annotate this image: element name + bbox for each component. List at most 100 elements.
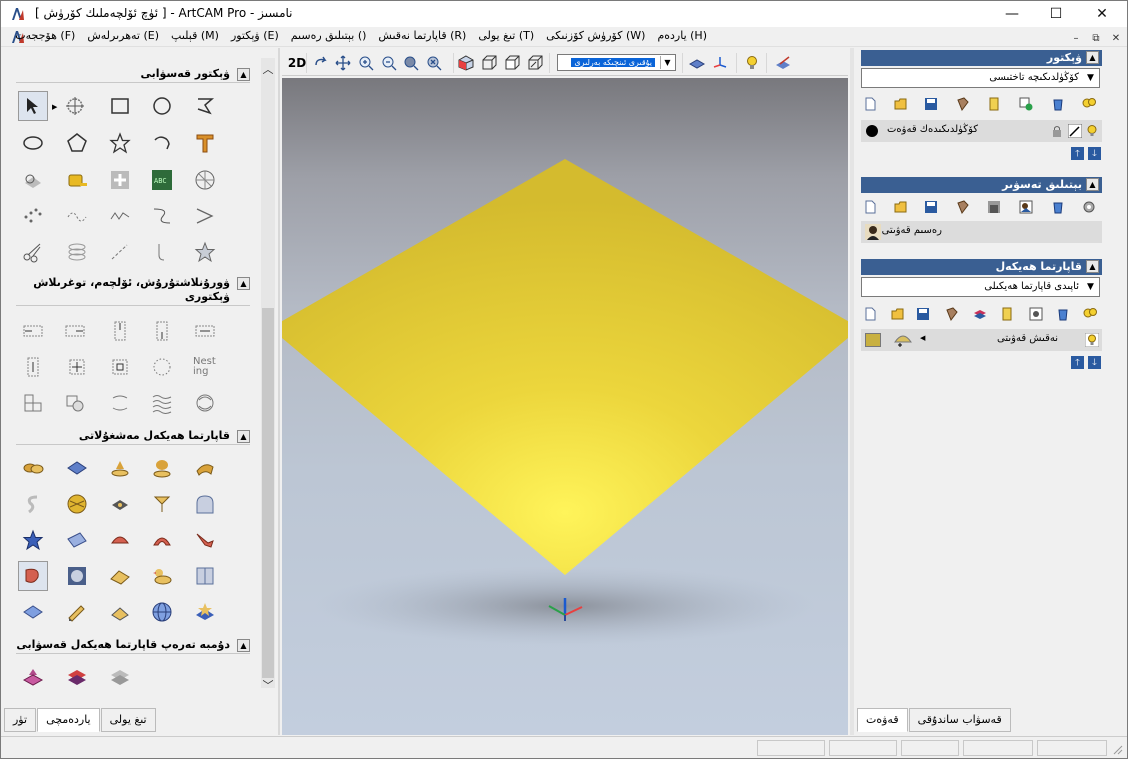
select-tool[interactable]: [18, 91, 48, 121]
scrollbar-thumb[interactable]: [262, 308, 274, 678]
erase-tool[interactable]: [105, 525, 135, 555]
deposit-tool[interactable]: [18, 561, 48, 591]
node-tool[interactable]: [18, 201, 48, 231]
relief-bitmap-button[interactable]: [1027, 305, 1045, 323]
menu-model[interactable]: قېلىپ (M): [165, 29, 225, 42]
bitmap-settings-button[interactable]: [1080, 198, 1098, 216]
close-vector-tool[interactable]: [147, 237, 177, 267]
offset-tool[interactable]: [190, 201, 220, 231]
bitmap-layer-row[interactable]: رەسىم قەۋىتى: [861, 221, 1102, 243]
import-vector-tool[interactable]: [18, 165, 48, 195]
lighting-button[interactable]: [742, 53, 762, 73]
collapse-icon[interactable]: ▲: [1086, 51, 1099, 64]
section-relief-layer[interactable]: دۇمبە تەرەپ قاپارتما ھەيكەل قەسۋابى ▲: [16, 638, 250, 654]
tab-toolpaths[interactable]: تىغ يولى: [100, 708, 156, 732]
layer-relief-tool-2[interactable]: [62, 662, 92, 692]
3d-viewport[interactable]: [282, 78, 848, 735]
smooth-curve-tool[interactable]: [105, 201, 135, 231]
smooth-relief-tool[interactable]: [190, 489, 220, 519]
text-box-tool[interactable]: ABC: [147, 165, 177, 195]
open-relief-button[interactable]: [889, 305, 907, 323]
copy-along-tool[interactable]: [60, 388, 90, 418]
move-layer-up-icon[interactable]: 🡑: [1071, 147, 1084, 160]
menu-window[interactable]: كۆرۈش كۆزنىكى (W): [540, 29, 651, 42]
spline-tool[interactable]: [147, 489, 177, 519]
nesting-tool[interactable]: Nesting: [190, 352, 220, 382]
section-relief-ops[interactable]: قاپارتما ھەيكەل مەشغۇلاتى ▲: [16, 429, 250, 445]
relief-light-button[interactable]: [998, 305, 1016, 323]
rotate-view-button[interactable]: [311, 53, 331, 73]
mirror-tool[interactable]: [105, 388, 135, 418]
offset-relief-tool[interactable]: [105, 597, 135, 627]
spiral-tool[interactable]: [62, 237, 92, 267]
pencil-relief-tool[interactable]: [62, 597, 92, 627]
circle-array-tool[interactable]: [147, 352, 177, 382]
chevron-down-icon[interactable]: ▼: [1083, 279, 1098, 295]
zoom-out-button[interactable]: [379, 53, 399, 73]
layer-relief-tool-1[interactable]: [18, 662, 48, 692]
spin-tool[interactable]: [190, 388, 220, 418]
layer-light-button[interactable]: [985, 95, 1003, 113]
spin-relief-tool[interactable]: [105, 453, 135, 483]
close-button[interactable]: ✕: [1079, 1, 1125, 27]
zoom-box-button[interactable]: [401, 53, 421, 73]
visible-layer-button[interactable]: [1083, 122, 1101, 140]
relief-select[interactable]: ئاپىدى قاپارتما ھەيكىلى ▼: [861, 277, 1100, 297]
scissors-tool[interactable]: [18, 237, 48, 267]
new-bitmap-button[interactable]: [861, 198, 879, 216]
circle-tool[interactable]: [147, 91, 177, 121]
polygon-tool[interactable]: [62, 128, 92, 158]
chevron-down-icon[interactable]: ▼: [1083, 70, 1098, 86]
open-layer-button[interactable]: [892, 95, 910, 113]
polyline-tool[interactable]: [190, 91, 220, 121]
collapse-icon[interactable]: ▲: [237, 430, 250, 443]
smooth-nodes-tool[interactable]: [62, 201, 92, 231]
open-bitmap-button[interactable]: [892, 198, 910, 216]
axes-button[interactable]: [710, 53, 730, 73]
menu-bitmap[interactable]: بېتىلىق رەسىم (): [285, 29, 373, 42]
merge-bitmap-button[interactable]: [954, 198, 972, 216]
collapse-icon[interactable]: ▲: [237, 68, 250, 81]
tab-project[interactable]: تۈر: [4, 708, 37, 732]
mdi-restore-button[interactable]: ⧉: [1087, 30, 1105, 46]
relief-bulbs-button[interactable]: [1081, 305, 1099, 323]
sphere-tool[interactable]: [147, 597, 177, 627]
menu-vector[interactable]: ۋېكتور (E): [225, 29, 285, 42]
move-relief-up-icon[interactable]: 🡑: [1071, 356, 1084, 369]
chevron-down-icon[interactable]: ▼: [660, 56, 674, 69]
delete-bitmap-button[interactable]: [1049, 198, 1067, 216]
section-vector-arrange[interactable]: ۋورۇنلاشتۇرۇش، ئۆلچەم، توغرىلاش ۋېكتورى …: [16, 276, 250, 306]
resize-grip-icon[interactable]: [1111, 743, 1123, 755]
angled-plane-tool[interactable]: [105, 561, 135, 591]
menu-help[interactable]: ياردەم (H): [651, 29, 713, 42]
weave-tool[interactable]: [62, 489, 92, 519]
section-vector-create[interactable]: ۋېكتور قەسۋابى ▲: [16, 67, 250, 83]
layer-relief-tool-3[interactable]: [105, 662, 135, 692]
menu-file[interactable]: ھۆججەت (F): [9, 29, 81, 42]
star-fill-tool[interactable]: [190, 237, 220, 267]
show-relief-button[interactable]: [687, 53, 707, 73]
2d-view-button[interactable]: 2D: [286, 53, 308, 73]
move-relief-down-icon[interactable]: 🡓: [1088, 356, 1101, 369]
delete-layer-button[interactable]: [1049, 95, 1067, 113]
relief-layers-button[interactable]: [971, 305, 989, 323]
new-relief-button[interactable]: [861, 305, 879, 323]
mdi-close-button[interactable]: ✕: [1107, 30, 1125, 46]
sculpt-tool[interactable]: [18, 489, 48, 519]
zoom-fit-button[interactable]: [424, 53, 444, 73]
relief-layer-row[interactable]: ◀ نەقىش قەۋىتى: [861, 329, 1102, 351]
collapse-icon[interactable]: ▲: [1086, 260, 1099, 273]
align-right-tool[interactable]: [60, 316, 90, 346]
transform-tool[interactable]: [60, 91, 90, 121]
bitmap-relief-tool[interactable]: [62, 561, 92, 591]
ellipse-tool[interactable]: [18, 128, 48, 158]
scroll-down-arrow-icon[interactable]: ﹀: [261, 678, 275, 692]
delete-relief-button[interactable]: [1054, 305, 1072, 323]
save-bitmap-button[interactable]: [922, 198, 940, 216]
side-view-button[interactable]: [502, 53, 522, 73]
bezier-tool[interactable]: [147, 201, 177, 231]
merge-relief-button[interactable]: [943, 305, 961, 323]
top-view-button[interactable]: [525, 53, 545, 73]
relief-visible-button[interactable]: [1083, 331, 1101, 349]
weld-tool[interactable]: [105, 165, 135, 195]
